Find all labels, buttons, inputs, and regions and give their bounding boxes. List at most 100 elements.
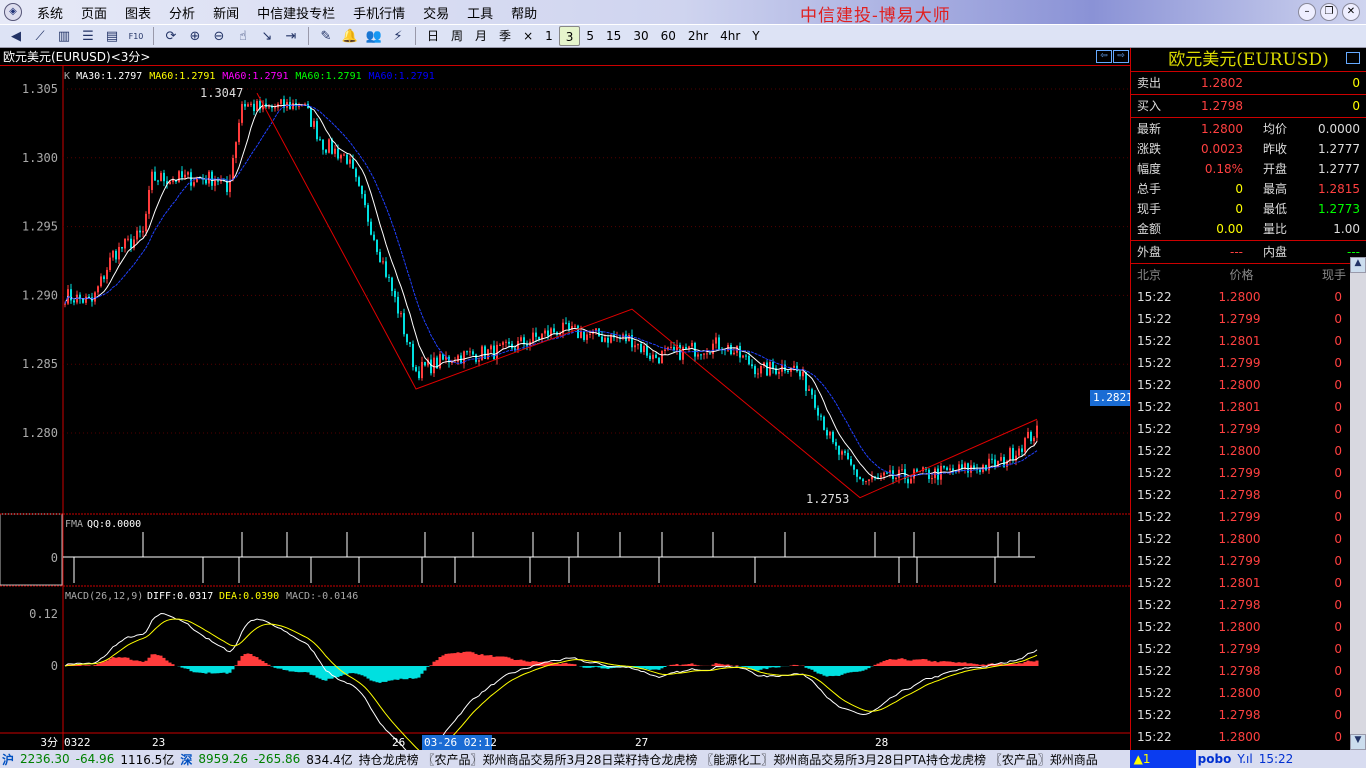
candle-body — [544, 330, 546, 334]
period-button[interactable]: 周 — [445, 26, 469, 46]
app-logo-icon[interactable]: ◈ — [4, 3, 22, 21]
menu-item[interactable]: 手机行情 — [344, 3, 414, 22]
scroll-down-icon[interactable]: ▼ — [1350, 734, 1366, 750]
import-icon[interactable]: ⇥ — [281, 26, 301, 46]
menu-item[interactable]: 页面 — [72, 3, 116, 22]
candle-body — [397, 296, 399, 314]
close-icon[interactable]: ✕ — [1342, 3, 1360, 21]
draw-icon[interactable]: ✎ — [316, 26, 336, 46]
macd-label: MACD(26,12,9) — [65, 591, 143, 602]
users-icon[interactable]: 👥 — [364, 26, 384, 46]
sz-label: 深 — [180, 752, 193, 767]
list-icon[interactable]: ☰ — [78, 26, 98, 46]
candle-body — [811, 389, 813, 395]
candle-body — [817, 407, 819, 416]
quote-label: 均价 — [1263, 122, 1288, 136]
candle-body — [130, 238, 132, 248]
next-arrow-icon[interactable]: ⇨ — [1113, 50, 1129, 63]
tick-time: 15:22 — [1137, 554, 1172, 568]
period-button[interactable]: 3 — [558, 26, 581, 46]
period-button[interactable]: 日 — [421, 26, 445, 46]
prev-arrow-icon[interactable]: ⇦ — [1096, 50, 1112, 63]
candle-body — [805, 371, 807, 391]
tick-time: 15:22 — [1137, 708, 1172, 722]
tick-row: 15:22 1.2799 0 — [1131, 308, 1366, 330]
candle-body — [838, 445, 840, 455]
tick-row: 15:22 1.2800 0 — [1131, 682, 1366, 704]
tick-price: 1.2798 — [1218, 664, 1261, 678]
menu-item[interactable]: 交易 — [414, 3, 458, 22]
period-button[interactable]: 1 — [539, 26, 559, 46]
f10-icon[interactable]: F10 — [126, 26, 146, 46]
sell-vol: 0 — [1352, 76, 1360, 90]
export-icon[interactable]: ↘ — [257, 26, 277, 46]
tick-scrollbar[interactable]: ▲ ▼ — [1350, 257, 1366, 750]
candle-body — [94, 292, 96, 302]
tick-row: 15:22 1.2798 0 — [1131, 594, 1366, 616]
window-icon[interactable]: ▤ — [102, 26, 122, 46]
tick-price: 1.2801 — [1218, 400, 1261, 414]
signal-icon: Y.ıl — [1237, 752, 1253, 766]
kline-chart[interactable]: 1.305 1.300 1.295 1.290 1.285 1.280 K MA30:1.27… — [0, 66, 1130, 750]
quote-row: 总手 0 最高 1.2815 — [1131, 179, 1366, 199]
candle-body — [361, 185, 363, 195]
tick-row: 15:22 1.2799 0 — [1131, 506, 1366, 528]
quote-label: 现手 — [1137, 202, 1162, 216]
hand-icon[interactable]: ☝ — [233, 26, 253, 46]
time-label: 23 — [152, 736, 165, 749]
candle-body — [433, 357, 435, 374]
tick-price: 1.2799 — [1218, 510, 1261, 524]
period-button[interactable]: 30 — [627, 26, 654, 46]
tick-vol: 0 — [1334, 422, 1342, 436]
menu-item[interactable]: 帮助 — [502, 3, 546, 22]
period-button[interactable]: Y — [746, 26, 765, 46]
lightning-icon[interactable]: ⚡ — [388, 26, 408, 46]
menu-item[interactable]: 工具 — [458, 3, 502, 22]
candle-body — [115, 250, 117, 260]
period-button[interactable]: 月 — [469, 26, 493, 46]
period-button[interactable]: 15 — [600, 26, 627, 46]
zoom-in-icon[interactable]: ⊕ — [185, 26, 205, 46]
candle-body — [748, 355, 750, 365]
period-button[interactable]: × — [517, 26, 539, 46]
tick-row: 15:22 1.2800 0 — [1131, 616, 1366, 638]
alert-badge[interactable]: ▲1 — [1129, 750, 1196, 768]
zoom-out-icon[interactable]: ⊖ — [209, 26, 229, 46]
candle-body — [793, 365, 795, 368]
period-button[interactable]: 季 — [493, 26, 517, 46]
restore-icon[interactable]: ❐ — [1320, 3, 1338, 21]
line-chart-icon[interactable]: ⟋ — [30, 26, 50, 46]
menu-item[interactable]: 系统 — [28, 3, 72, 22]
menu-item[interactable]: 图表 — [116, 3, 160, 22]
macd-value-label: MACD:-0.0146 — [286, 591, 358, 602]
period-button[interactable]: 2hr — [682, 26, 714, 46]
scroll-up-icon[interactable]: ▲ — [1350, 257, 1366, 273]
menu-item[interactable]: 新闻 — [204, 3, 248, 22]
news-ticker[interactable]: 持仓龙虎榜 〖农产品〗郑州商品交易所3月28日菜籽持仓龙虎榜 〖能源化工〗郑州商… — [359, 751, 1124, 768]
back-icon[interactable]: ◀ — [6, 26, 26, 46]
minimize-icon[interactable]: – — [1298, 3, 1316, 21]
candle-body — [796, 365, 798, 372]
maximize-icon[interactable] — [1346, 52, 1360, 64]
period-button[interactable]: 4hr — [714, 26, 746, 46]
kline-icon[interactable]: ▥ — [54, 26, 74, 46]
menu-item[interactable]: 分析 — [160, 3, 204, 22]
period-button[interactable]: 5 — [580, 26, 600, 46]
candle-body — [73, 300, 75, 303]
menu-item[interactable]: 中信建投专栏 — [248, 3, 344, 22]
tick-row: 15:22 1.2799 0 — [1131, 462, 1366, 484]
candle-body — [193, 182, 195, 186]
candle-body — [532, 332, 534, 342]
tick-price: 1.2799 — [1218, 642, 1261, 656]
candle-body — [1027, 431, 1029, 439]
refresh-icon[interactable]: ⟳ — [161, 26, 181, 46]
tick-time: 15:22 — [1137, 664, 1172, 678]
candle-body — [391, 277, 393, 291]
alarm-icon[interactable]: 🔔 — [340, 26, 360, 46]
tick-time: 15:22 — [1137, 642, 1172, 656]
toolbar: ◀ ⟋ ▥ ☰ ▤ F10 ⟳ ⊕ ⊖ ☝ ↘ ⇥ ✎ 🔔 👥 ⚡ 日周月季 × 1 3 5 15 30 60 2hr 4hr Y — [0, 24, 1366, 48]
candle-body — [652, 354, 654, 360]
period-button[interactable]: 60 — [655, 26, 682, 46]
candle-body — [859, 476, 861, 480]
period-label: 3分 — [40, 736, 58, 749]
